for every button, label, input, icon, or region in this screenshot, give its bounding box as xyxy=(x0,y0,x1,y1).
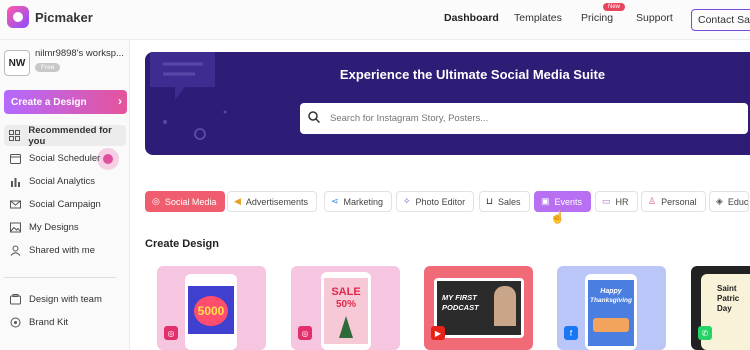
shared-icon xyxy=(9,245,21,257)
nav-dashboard[interactable]: Dashboard xyxy=(444,12,499,24)
sidebar-item-my-designs[interactable]: My Designs xyxy=(4,217,126,238)
mouse-pointer-icon: ☝ xyxy=(550,210,565,224)
tree-shape xyxy=(339,316,353,338)
team-icon xyxy=(9,294,21,306)
analytics-icon xyxy=(9,176,21,188)
category-label: Advertisements xyxy=(245,196,308,207)
card-text-line2: PODCAST xyxy=(442,303,479,312)
instagram-icon: ◎ xyxy=(298,326,312,340)
sidebar: NW nilmr9898's worksp... Free Create a D… xyxy=(0,40,130,350)
person-shape xyxy=(494,286,516,326)
card-text-line1: Happy xyxy=(600,288,622,295)
card-text: 5000 xyxy=(197,304,225,318)
search-input[interactable] xyxy=(330,113,710,124)
template-card[interactable]: 5000 ◎ xyxy=(157,266,266,350)
nav-templates[interactable]: Templates xyxy=(514,12,562,24)
category-label: Marketing xyxy=(343,196,384,207)
briefcase-icon: ▭ xyxy=(602,196,611,206)
create-design-button[interactable]: Create a Design › xyxy=(4,90,127,114)
calendar-icon xyxy=(9,153,21,165)
sidebar-item-label: Recommended for you xyxy=(28,124,112,147)
category-label: Sales xyxy=(498,196,521,207)
instagram-icon: ◎ xyxy=(152,196,160,206)
image-icon xyxy=(9,222,21,234)
create-design-label: Create a Design xyxy=(11,96,87,108)
magic-wand-icon: ✧ xyxy=(403,196,411,206)
table-shape xyxy=(593,318,629,332)
share-icon: ⋖ xyxy=(331,196,339,206)
card-text-line2: Patric xyxy=(717,294,740,303)
hero-title: Experience the Ultimate Social Media Sui… xyxy=(339,67,606,82)
brand-logo[interactable]: Picmaker xyxy=(7,6,93,28)
category-label: Personal xyxy=(661,196,697,207)
category-marketing[interactable]: ⋖ Marketing xyxy=(324,191,393,212)
sidebar-item-social-campaign[interactable]: Social Campaign xyxy=(4,194,126,215)
sidebar-item-shared[interactable]: Shared with me xyxy=(4,240,126,261)
category-hr[interactable]: ▭ HR xyxy=(595,191,638,212)
sidebar-item-label: Social Analytics xyxy=(29,176,96,187)
workspace-name[interactable]: nilmr9898's worksp... xyxy=(35,48,124,59)
brand-kit-icon xyxy=(9,317,21,329)
section-title: Create Design xyxy=(145,238,219,250)
template-card[interactable]: Saint Patric Day ✆ xyxy=(691,266,750,350)
card-text-line2: 50% xyxy=(335,299,356,310)
sidebar-item-label: Shared with me xyxy=(29,245,96,256)
card-text-line1: Saint xyxy=(717,284,737,293)
category-education[interactable]: ◈ Educ xyxy=(709,191,750,212)
template-card[interactable]: Happy Thanksgiving f xyxy=(557,266,666,350)
top-bar: Picmaker Dashboard Templates Pricing New… xyxy=(0,0,750,40)
category-personal[interactable]: ♙ Personal xyxy=(641,191,706,212)
category-label: Photo Editor xyxy=(415,196,466,207)
category-label: HR xyxy=(615,196,629,207)
card-text-line3: Day xyxy=(717,304,732,313)
workspace-plan-badge: Free xyxy=(35,63,61,72)
category-photo-editor[interactable]: ✧ Photo Editor xyxy=(396,191,475,212)
whatsapp-icon: ✆ xyxy=(698,326,712,340)
category-social-media[interactable]: ◎ Social Media xyxy=(145,191,226,212)
hero-banner: Experience the Ultimate Social Media Sui… xyxy=(145,52,750,155)
card-text-line1: SALE xyxy=(331,286,361,298)
chevron-right-icon: › xyxy=(118,94,122,108)
category-advertisements[interactable]: ◀ Advertisements xyxy=(227,191,317,212)
sidebar-item-social-analytics[interactable]: Social Analytics xyxy=(4,171,126,192)
megaphone-icon: ◀ xyxy=(234,196,241,206)
sidebar-item-label: My Designs xyxy=(29,222,79,233)
card-text-line1: MY FIRST xyxy=(442,293,477,302)
pricing-new-badge: New xyxy=(603,3,626,11)
education-icon: ◈ xyxy=(716,196,723,206)
recommended-icon xyxy=(9,130,21,142)
search-icon xyxy=(308,111,321,126)
picmaker-logo-icon xyxy=(7,6,29,28)
cursor-highlight xyxy=(97,148,119,170)
sidebar-item-label: Design with team xyxy=(29,294,102,305)
sidebar-item-label: Social Campaign xyxy=(29,199,101,210)
sidebar-divider xyxy=(4,277,116,278)
cart-icon: ⊔ xyxy=(486,196,494,206)
person-icon: ♙ xyxy=(648,196,657,206)
sidebar-item-recommended[interactable]: Recommended for you xyxy=(4,124,126,147)
workspace-avatar[interactable]: NW xyxy=(4,50,30,76)
nav-support[interactable]: Support xyxy=(636,12,673,24)
brand-name: Picmaker xyxy=(35,9,93,25)
sidebar-item-design-with-team[interactable]: Design with team xyxy=(4,289,126,310)
sidebar-item-label: Social Scheduler xyxy=(29,153,101,164)
category-sales[interactable]: ⊔ Sales xyxy=(479,191,530,212)
template-search-box[interactable] xyxy=(300,103,748,134)
category-label: Events xyxy=(554,196,583,207)
contact-sales-button[interactable]: Contact Sales xyxy=(691,9,750,31)
category-events[interactable]: ▣ Events xyxy=(534,191,592,212)
category-label: Social Media xyxy=(164,196,217,207)
calendar-icon: ▣ xyxy=(541,196,550,206)
sidebar-item-label: Brand Kit xyxy=(29,317,69,328)
card-text-line2: Thanksgiving xyxy=(590,297,632,304)
mail-icon xyxy=(9,199,21,211)
template-card[interactable]: MY FIRST PODCAST ▶ xyxy=(424,266,533,350)
sidebar-item-brand-kit[interactable]: Brand Kit xyxy=(4,312,126,333)
category-label: Educ xyxy=(727,196,749,207)
template-card[interactable]: SALE 50% ◎ xyxy=(291,266,400,350)
facebook-icon: f xyxy=(564,326,578,340)
instagram-icon: ◎ xyxy=(164,326,178,340)
nav-pricing[interactable]: Pricing xyxy=(581,12,613,24)
youtube-icon: ▶ xyxy=(431,326,445,340)
